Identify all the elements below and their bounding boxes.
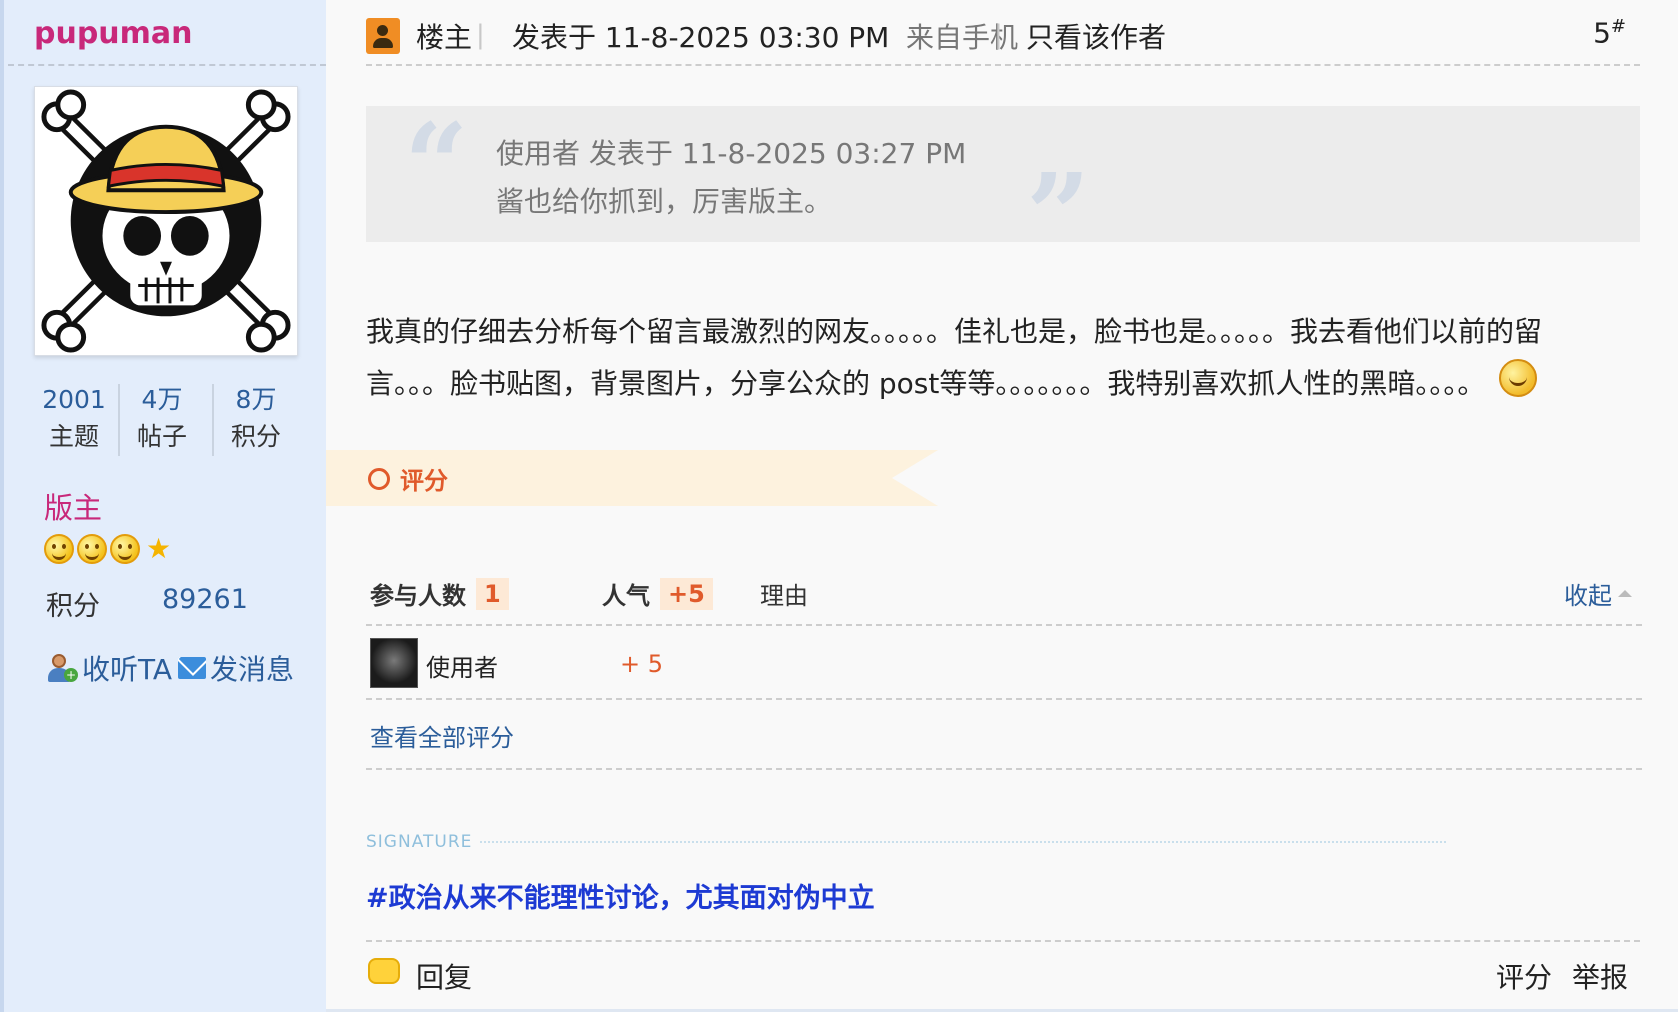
- popularity-column: 人气 +5: [602, 576, 713, 611]
- post-header: 楼主 | 发表于 11-8-2025 03:30 PM 来自手机 | 只看该作者…: [366, 16, 1638, 60]
- signature-heading: SIGNATURE: [366, 832, 1446, 852]
- open-quote-icon: “: [404, 100, 469, 231]
- rating-banner: 评分: [326, 450, 938, 506]
- rater-avatar[interactable]: [370, 638, 418, 688]
- footer-divider: [366, 940, 1640, 942]
- rating-divider: [366, 698, 1642, 700]
- participants-column: 参与人数 1: [370, 576, 509, 611]
- reply-button[interactable]: 回复: [416, 956, 472, 996]
- post-body-line: 我真的仔细去分析每个留言最激烈的网友。。。。。佳礼也是，脸书也是。。。。。我去看…: [366, 315, 1543, 348]
- close-quote-icon: ”: [1026, 150, 1091, 281]
- stat-points[interactable]: 8万 积分: [208, 382, 304, 456]
- smiley-icon: [44, 534, 74, 564]
- header-divider: [366, 64, 1640, 66]
- mail-icon: [178, 657, 206, 679]
- send-message-label[interactable]: 发消息: [210, 648, 294, 688]
- signature-divider: [480, 841, 1446, 843]
- header-separator: |: [476, 20, 485, 50]
- reason-label: 理由: [760, 582, 808, 610]
- post-body-line: 言。。。脸书贴图，背景图片，分享公众的 post等等。。。。。。。我特别喜欢抓人…: [366, 358, 1646, 410]
- floor-number-link[interactable]: 5#: [1593, 16, 1626, 49]
- thread-owner-label: 楼主: [416, 21, 473, 54]
- smiley-icon: [110, 534, 140, 564]
- follow-button[interactable]: + 收听TA: [46, 648, 172, 688]
- popularity-label: 人气: [602, 582, 650, 610]
- signature-label: SIGNATURE: [366, 832, 473, 852]
- sidebar-divider: [8, 64, 326, 66]
- view-all-ratings-link[interactable]: 查看全部评分: [370, 718, 514, 753]
- reply-bubble-icon[interactable]: [368, 958, 400, 984]
- rating-title: 评分: [400, 467, 448, 495]
- stat-posts-label: 帖子: [136, 422, 187, 451]
- stat-points-value[interactable]: 8万: [208, 382, 304, 418]
- post-timestamp: 发表于 11-8-2025 03:30 PM: [512, 21, 890, 54]
- username-link[interactable]: pupuman: [34, 16, 193, 51]
- participants-label: 参与人数: [370, 582, 466, 610]
- points-label: 积分: [46, 591, 100, 622]
- rater-name-link[interactable]: 使用者: [426, 648, 498, 683]
- quote-block: “ 使用者 发表于 11-8-2025 03:27 PM 酱也给你抓到，厉害版主…: [366, 100, 1640, 272]
- rating-divider: [366, 624, 1642, 626]
- stat-posts-value[interactable]: 4万: [114, 382, 210, 418]
- user-info-panel: pupuman 2001 主题 4万 帖子 8万 积分 版主 ★ 积分 8926…: [0, 0, 326, 1012]
- stat-points-label: 积分: [230, 422, 281, 451]
- floor-number[interactable]: 5: [1593, 16, 1611, 49]
- rating-row: 使用者 + 5: [366, 636, 1642, 698]
- rating-table: 参与人数 1 人气 +5 理由 收起 使用者 + 5 查看全部评分: [366, 568, 1642, 770]
- report-button[interactable]: 举报: [1572, 956, 1628, 996]
- reason-column: 理由: [760, 576, 808, 611]
- send-message-button[interactable]: 发消息: [178, 648, 294, 688]
- participants-count: 1: [476, 577, 509, 610]
- star-icon: ★: [146, 532, 172, 565]
- post-content-area: 楼主 | 发表于 11-8-2025 03:30 PM 来自手机 | 只看该作者…: [326, 0, 1678, 1012]
- collapse-button[interactable]: 收起: [1564, 576, 1632, 611]
- rating-divider: [366, 768, 1642, 770]
- quote-meta: 使用者 发表于 11-8-2025 03:27 PM: [496, 137, 967, 170]
- post-body: 我真的仔细去分析每个留言最激烈的网友。。。。。佳礼也是，脸书也是。。。。。我去看…: [366, 306, 1646, 410]
- signature-text[interactable]: #政治从来不能理性讨论，尤其面对伪中立: [366, 876, 875, 915]
- smirk-emoji-icon: [1499, 359, 1538, 397]
- points-value: 89261: [162, 584, 248, 615]
- chevron-up-icon: [1618, 590, 1632, 597]
- rate-button[interactable]: 评分: [1496, 956, 1552, 996]
- stat-threads-label: 主题: [48, 422, 99, 451]
- rating-circle-icon: [368, 468, 390, 490]
- rank-icons: ★: [44, 534, 171, 564]
- popularity-value: +5: [660, 577, 713, 610]
- rating-table-header: 参与人数 1 人气 +5 理由 收起: [366, 568, 1642, 624]
- stat-posts[interactable]: 4万 帖子: [114, 382, 210, 456]
- thread-owner-icon: [366, 18, 400, 54]
- follow-label[interactable]: 收听TA: [82, 648, 172, 688]
- jolly-roger-avatar-image: [35, 87, 297, 355]
- post-body-text: 言。。。脸书贴图，背景图片，分享公众的 post等等。。。。。。。我特别喜欢抓人…: [366, 367, 1486, 400]
- follow-user-icon: +: [46, 652, 78, 684]
- smiley-icon: [77, 534, 107, 564]
- rater-score: + 5: [620, 650, 664, 678]
- only-author-link[interactable]: 只看该作者: [1026, 16, 1166, 56]
- collapse-label[interactable]: 收起: [1564, 576, 1612, 611]
- quote-text: 酱也给你抓到，厉害版主。: [496, 185, 833, 218]
- stat-threads[interactable]: 2001 主题: [26, 382, 122, 456]
- floor-symbol: #: [1610, 16, 1626, 37]
- stat-threads-value[interactable]: 2001: [26, 382, 122, 418]
- avatar[interactable]: [34, 86, 298, 356]
- header-separator: |: [994, 20, 1003, 50]
- user-role[interactable]: 版主: [44, 485, 102, 527]
